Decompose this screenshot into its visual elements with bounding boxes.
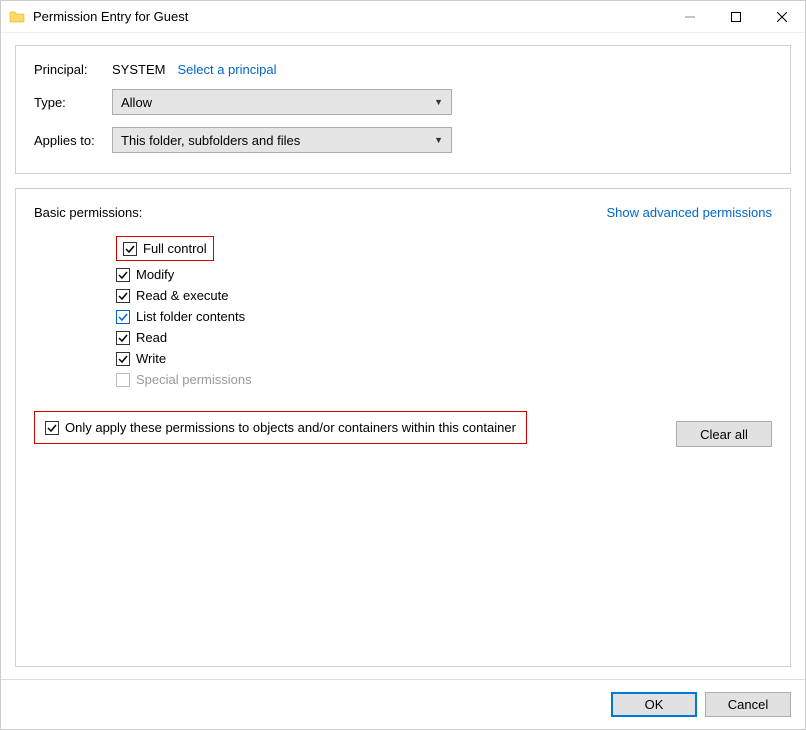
minimize-button[interactable] [667,1,713,32]
permission-item: Special permissions [116,372,772,387]
permission-label: List folder contents [136,309,245,324]
permission-item: Read & execute [116,288,772,303]
permission-checkbox[interactable] [116,310,130,324]
select-principal-link[interactable]: Select a principal [177,62,276,77]
permission-item: Read [116,330,772,345]
permission-item: Modify [116,267,772,282]
chevron-down-icon: ▼ [434,97,443,107]
permission-label: Read [136,330,167,345]
dialog-buttons: OK Cancel [1,679,805,729]
type-dropdown[interactable]: Allow ▼ [112,89,452,115]
permission-item: List folder contents [116,309,772,324]
permissions-panel: Basic permissions: Show advanced permiss… [15,188,791,667]
only-apply-label: Only apply these permissions to objects … [65,420,516,435]
window-controls [667,1,805,32]
close-button[interactable] [759,1,805,32]
permission-label: Full control [143,241,207,256]
permission-checkbox[interactable] [116,268,130,282]
permission-checkbox[interactable] [116,289,130,303]
applies-to-dropdown[interactable]: This folder, subfolders and files ▼ [112,127,452,153]
only-apply-highlight: Only apply these permissions to objects … [34,411,527,444]
permissions-list: Full control Modify Read & execute List fol… [116,236,772,387]
principal-label: Principal: [34,62,112,77]
window-title: Permission Entry for Guest [33,9,188,24]
clear-all-button[interactable]: Clear all [676,421,772,447]
permission-checkbox[interactable] [116,352,130,366]
permission-item: Full control [116,236,772,261]
principal-panel: Principal: SYSTEM Select a principal Typ… [15,45,791,174]
principal-value: SYSTEM [112,62,165,77]
basic-permissions-label: Basic permissions: [34,205,142,220]
cancel-button[interactable]: Cancel [705,692,791,717]
permission-label: Read & execute [136,288,229,303]
folder-icon [9,9,25,25]
permission-label: Write [136,351,166,366]
show-advanced-link[interactable]: Show advanced permissions [607,205,772,220]
permission-item: Write [116,351,772,366]
ok-button[interactable]: OK [611,692,697,717]
maximize-button[interactable] [713,1,759,32]
permission-checkbox[interactable] [116,331,130,345]
chevron-down-icon: ▼ [434,135,443,145]
permission-checkbox[interactable] [123,242,137,256]
permission-label: Special permissions [136,372,252,387]
permission-checkbox [116,373,130,387]
permission-label: Modify [136,267,174,282]
dialog-content: Principal: SYSTEM Select a principal Typ… [1,33,805,679]
titlebar: Permission Entry for Guest [1,1,805,33]
applies-to-label: Applies to: [34,133,112,148]
type-label: Type: [34,95,112,110]
only-apply-checkbox[interactable] [45,421,59,435]
